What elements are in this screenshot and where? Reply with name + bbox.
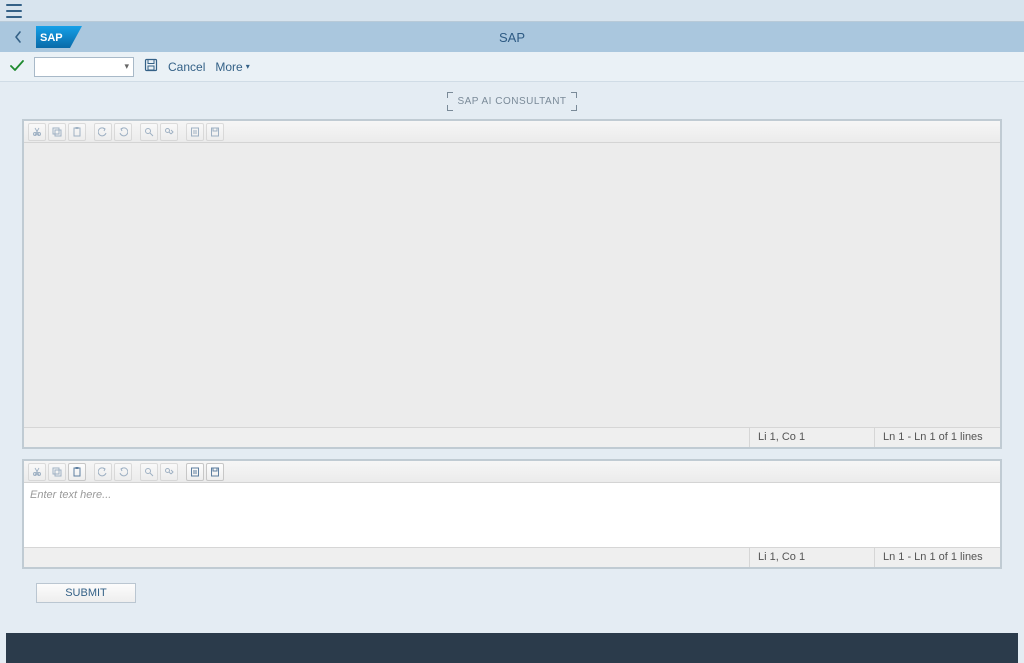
output-editor-body[interactable] bbox=[24, 143, 1000, 427]
page-title: SAP bbox=[0, 30, 1024, 45]
app-toolbar: ▾ Cancel More ▾ bbox=[0, 52, 1024, 82]
find-next-icon bbox=[160, 123, 178, 141]
copy-icon bbox=[48, 123, 66, 141]
cancel-button[interactable]: Cancel bbox=[168, 60, 205, 74]
section-title: SAP AI CONSULTANT bbox=[447, 92, 576, 111]
find-icon bbox=[140, 463, 158, 481]
find-icon bbox=[140, 123, 158, 141]
input-editor-body[interactable]: Enter text here... bbox=[24, 483, 1000, 547]
input-cursor-position: Li 1, Co 1 bbox=[750, 548, 875, 567]
redo-icon bbox=[114, 123, 132, 141]
input-editor-panel: Enter text here... Li 1, Co 1 Ln 1 - Ln … bbox=[22, 459, 1002, 569]
output-editor-statusbar: Li 1, Co 1 Ln 1 - Ln 1 of 1 lines bbox=[24, 427, 1000, 447]
submit-button[interactable]: SUBMIT bbox=[36, 583, 136, 603]
section-title-wrap: SAP AI CONSULTANT bbox=[8, 88, 1016, 119]
section-title-text: SAP AI CONSULTANT bbox=[457, 96, 566, 107]
header-bar: SAP SAP bbox=[0, 22, 1024, 52]
hamburger-menu-icon[interactable] bbox=[6, 4, 22, 18]
paste-icon[interactable] bbox=[68, 463, 86, 481]
bottom-status-bar bbox=[6, 633, 1018, 663]
redo-icon bbox=[114, 463, 132, 481]
chevron-down-icon: ▾ bbox=[124, 61, 129, 72]
top-menu-bar bbox=[0, 0, 1024, 22]
more-label: More bbox=[215, 60, 242, 74]
output-cursor-position: Li 1, Co 1 bbox=[750, 428, 875, 447]
submit-row: SUBMIT bbox=[22, 579, 1002, 603]
copy-icon bbox=[48, 463, 66, 481]
undo-icon bbox=[94, 123, 112, 141]
input-editor-toolbar bbox=[24, 461, 1000, 483]
content-area: SAP AI CONSULTANT Li 1, Co 1 Ln 1 - Ln 1… bbox=[0, 82, 1024, 627]
chevron-down-icon: ▾ bbox=[246, 62, 250, 71]
accept-icon[interactable] bbox=[10, 59, 24, 75]
output-editor-panel: Li 1, Co 1 Ln 1 - Ln 1 of 1 lines bbox=[22, 119, 1002, 449]
save-icon[interactable] bbox=[144, 58, 158, 75]
input-editor-statusbar: Li 1, Co 1 Ln 1 - Ln 1 of 1 lines bbox=[24, 547, 1000, 567]
input-placeholder: Enter text here... bbox=[30, 489, 111, 501]
cut-icon bbox=[28, 463, 46, 481]
find-next-icon bbox=[160, 463, 178, 481]
load-file-icon[interactable] bbox=[186, 463, 204, 481]
save-file-icon bbox=[206, 123, 224, 141]
undo-icon bbox=[94, 463, 112, 481]
paste-icon bbox=[68, 123, 86, 141]
input-line-range: Ln 1 - Ln 1 of 1 lines bbox=[875, 548, 1000, 567]
load-file-icon bbox=[186, 123, 204, 141]
cut-icon bbox=[28, 123, 46, 141]
svg-text:SAP: SAP bbox=[40, 32, 63, 44]
output-line-range: Ln 1 - Ln 1 of 1 lines bbox=[875, 428, 1000, 447]
more-dropdown[interactable]: More ▾ bbox=[215, 60, 249, 74]
transaction-combobox[interactable]: ▾ bbox=[34, 57, 134, 77]
save-file-icon[interactable] bbox=[206, 463, 224, 481]
back-button[interactable] bbox=[6, 25, 30, 49]
output-editor-toolbar bbox=[24, 121, 1000, 143]
sap-logo: SAP bbox=[36, 26, 82, 48]
